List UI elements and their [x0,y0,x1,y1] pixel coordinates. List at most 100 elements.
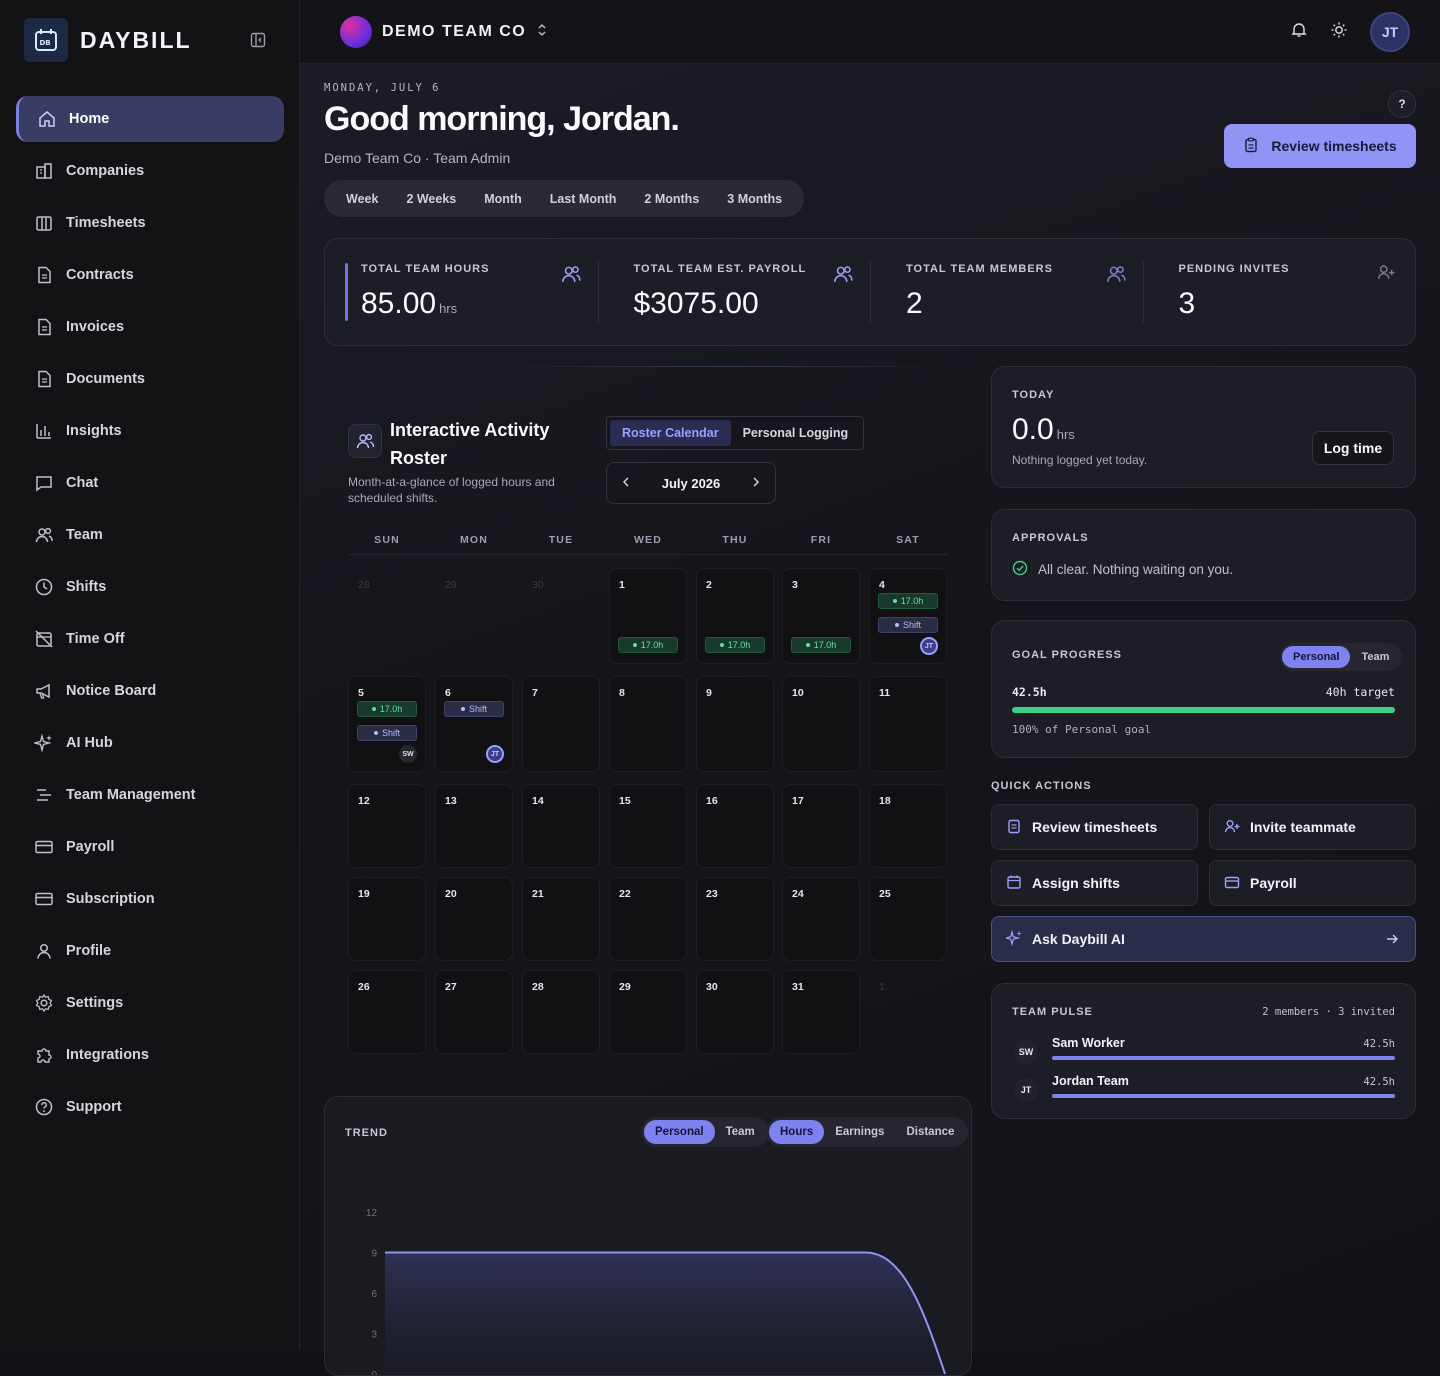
sidebar-item-timesheets[interactable]: Timesheets [16,200,284,246]
brand[interactable]: DB DAYBILL [24,18,192,62]
sidebar-item-payroll[interactable]: Payroll [16,824,284,870]
calendar-day-cell[interactable]: 23 [696,877,774,961]
calendar-day-cell[interactable]: 5 17.0h Shift SW [348,676,426,772]
calendar-day-cell[interactable]: 24 [782,877,860,961]
calendar-day-cell[interactable]: 27 [435,970,513,1054]
range-tab-2-weeks[interactable]: 2 Weeks [392,192,470,206]
range-tab-last-month[interactable]: Last Month [536,192,631,206]
sidebar-item-ai-hub[interactable]: AI Hub [16,720,284,766]
calendar-day-cell[interactable]: 21 [522,877,600,961]
sidebar-item-team-management[interactable]: Team Management [16,772,284,818]
chevron-left-icon[interactable] [621,476,631,491]
calendar-day-cell[interactable]: 10 [782,676,860,772]
sidebar-item-subscription[interactable]: Subscription [16,876,284,922]
calendar-day-cell[interactable]: 9 [696,676,774,772]
calendar-day-cell[interactable]: 20 [435,877,513,961]
calendar-day-cell[interactable]: 7 [522,676,600,772]
range-tab-month[interactable]: Month [470,192,535,206]
calendar-day-cell[interactable]: 19 [348,877,426,961]
help-button[interactable]: ? [1388,90,1416,118]
sidebar-item-documents[interactable]: Documents [16,356,284,402]
range-tab-week[interactable]: Week [332,192,392,206]
calendar-day-cell[interactable]: 29 [609,970,687,1054]
hours-chip[interactable]: 17.0h [618,637,678,653]
qa-assign-shifts-button[interactable]: Assign shifts [991,860,1198,906]
calendar-day-cell[interactable]: 17 [782,784,860,868]
hours-chip[interactable]: 17.0h [705,637,765,653]
sidebar-item-insights[interactable]: Insights [16,408,284,454]
qa-invite-teammate-button[interactable]: Invite teammate [1209,804,1416,850]
bell-icon[interactable] [1290,21,1308,44]
calendar-day-cell[interactable]: 31 [782,970,860,1054]
hours-chip[interactable]: 17.0h [791,637,851,653]
trend-metric-tab-earnings[interactable]: Earnings [824,1120,895,1144]
calendar-day-cell[interactable]: 28 [522,970,600,1054]
goal-tab-team[interactable]: Team [1350,646,1400,668]
range-tab-3-months[interactable]: 3 Months [713,192,796,206]
review-timesheets-button[interactable]: Review timesheets [1224,124,1416,168]
pulse-member-row[interactable]: JT Jordan Team 42.5h [1012,1074,1395,1108]
megaphone-icon [34,681,54,701]
hours-chip-label: 17.0h [813,640,837,650]
calendar-day-cell[interactable]: 16 [696,784,774,868]
trend-metric-tab-distance[interactable]: Distance [895,1120,965,1144]
calendar-day-cell[interactable]: 18 [869,784,947,868]
qa-review-timesheets-button[interactable]: Review timesheets [991,804,1198,850]
sidebar-item-support[interactable]: Support [16,1084,284,1130]
chevron-right-icon[interactable] [751,476,761,491]
goal-tab-personal[interactable]: Personal [1282,646,1351,668]
sidebar-collapse-icon[interactable] [250,32,268,48]
sidebar-item-shifts[interactable]: Shifts [16,564,284,610]
sidebar-item-contracts[interactable]: Contracts [16,252,284,298]
sidebar-item-home[interactable]: Home [16,96,284,142]
trend-scope-tab-personal[interactable]: Personal [644,1120,715,1144]
assignee-avatar[interactable]: JT [486,745,504,763]
calendar-day-number: 17 [792,795,804,807]
calendar-day-cell[interactable]: 14 [522,784,600,868]
calendar-day-cell[interactable]: 30 [696,970,774,1054]
assignee-avatar[interactable]: JT [920,637,938,655]
calendar-day-cell[interactable]: 13 [435,784,513,868]
calendar-day-cell[interactable]: 8 [609,676,687,772]
ask-daybill-ai-button[interactable]: Ask Daybill AI [991,916,1416,962]
trend-scope-tab-team[interactable]: Team [715,1120,766,1144]
calendar-day-cell[interactable]: 12 [348,784,426,868]
shift-chip[interactable]: Shift [444,701,504,717]
calendar-day-cell[interactable]: 22 [609,877,687,961]
sidebar-item-time-off[interactable]: Time Off [16,616,284,662]
hours-chip[interactable]: 17.0h [357,701,417,717]
calendar-day-cell[interactable]: 4 17.0h Shift JT [869,568,947,664]
sidebar-item-invoices[interactable]: Invoices [16,304,284,350]
sidebar-item-team[interactable]: Team [16,512,284,558]
shift-chip[interactable]: Shift [357,725,417,741]
sidebar-item-settings[interactable]: Settings [16,980,284,1026]
sidebar-item-profile[interactable]: Profile [16,928,284,974]
roster-tab-roster-calendar[interactable]: Roster Calendar [610,420,731,446]
assignee-avatar[interactable]: SW [399,745,417,763]
pulse-member-row[interactable]: SW Sam Worker 42.5h [1012,1036,1395,1070]
trend-metric-tab-hours[interactable]: Hours [769,1120,825,1144]
sun-icon[interactable] [1330,21,1348,44]
log-time-button[interactable]: Log time [1312,431,1394,465]
team-switcher[interactable]: DEMO TEAM CO [340,16,548,48]
roster-tab-personal-logging[interactable]: Personal Logging [731,420,861,446]
sidebar-item-notice-board[interactable]: Notice Board [16,668,284,714]
calendar-day-cell[interactable]: 11 [869,676,947,772]
calendar-day-cell[interactable]: 1 17.0h [609,568,687,664]
range-tab-2-months[interactable]: 2 Months [630,192,713,206]
calendar-day-cell[interactable]: 25 [869,877,947,961]
calendar-day-cell[interactable]: 6 Shift JT [435,676,513,772]
sidebar-item-integrations[interactable]: Integrations [16,1032,284,1078]
qa-payroll-button[interactable]: Payroll [1209,860,1416,906]
shift-chip[interactable]: Shift [878,617,938,633]
calendar-day-cell[interactable]: 2 17.0h [696,568,774,664]
calendar-day-cell[interactable]: 3 17.0h [782,568,860,664]
sidebar-item-chat[interactable]: Chat [16,460,284,506]
sidebar-item-companies[interactable]: Companies [16,148,284,194]
sidebar-item-label: Time Off [66,631,125,647]
calendar-day-cell[interactable]: 15 [609,784,687,868]
calendar-day-cell[interactable]: 26 [348,970,426,1054]
calendar-day-number: 1 [619,579,625,591]
hours-chip[interactable]: 17.0h [878,593,938,609]
user-avatar[interactable]: JT [1370,12,1410,52]
